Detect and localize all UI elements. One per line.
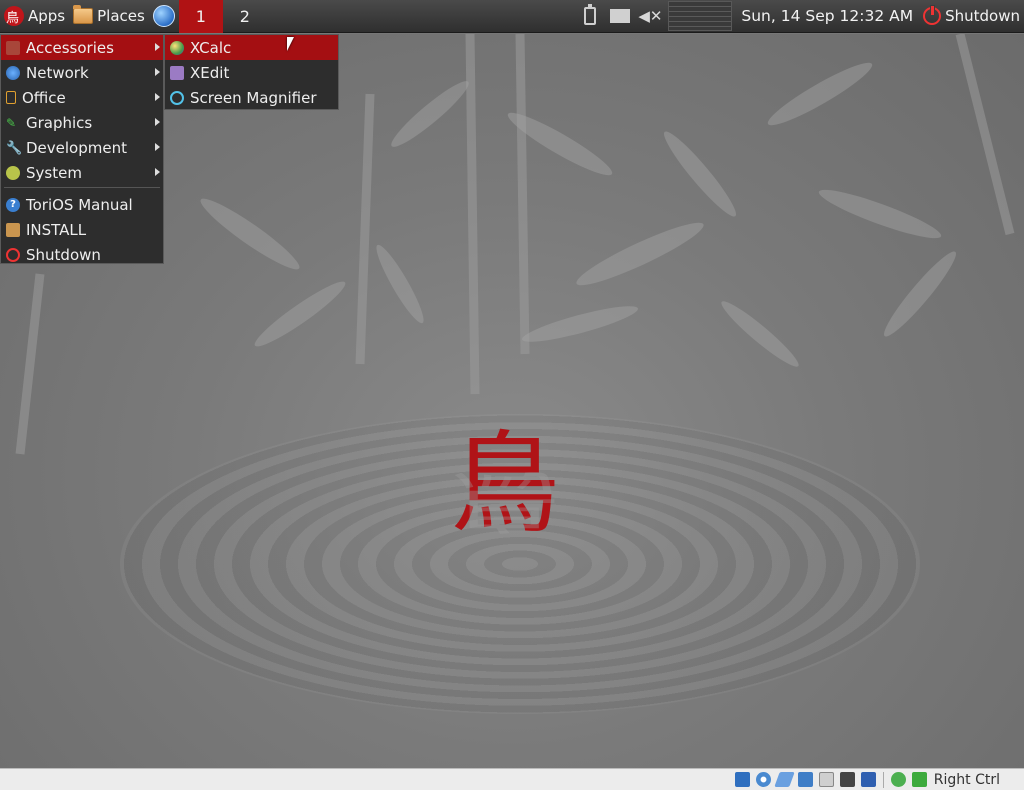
menu-item-label: INSTALL <box>26 220 87 239</box>
menu-item-torios-manual[interactable]: ? ToriOS Manual <box>1 192 163 217</box>
shutdown-label: Shutdown <box>945 7 1020 25</box>
menu-item-label: Screen Magnifier <box>190 88 317 107</box>
submenu-arrow-icon <box>155 93 160 101</box>
power-icon <box>6 247 20 262</box>
network-adapter-icon[interactable] <box>797 772 813 787</box>
places-label: Places <box>97 7 145 25</box>
shared-folder-icon[interactable] <box>818 772 834 787</box>
submenu-arrow-icon <box>155 168 160 176</box>
magnifier-icon <box>170 90 184 105</box>
globe-icon <box>152 5 175 27</box>
menu-item-label: Office <box>22 88 66 107</box>
submenu-arrow-icon <box>155 118 160 126</box>
status-separator <box>882 771 884 788</box>
menu-item-screen-magnifier[interactable]: Screen Magnifier <box>165 85 338 110</box>
mouse-integration-icon[interactable] <box>890 772 906 787</box>
shutdown-button[interactable]: Shutdown <box>919 0 1024 33</box>
menu-item-graphics[interactable]: ✎ Graphics <box>1 110 163 135</box>
usb-icon[interactable] <box>860 772 876 787</box>
host-key-label: Right Ctrl <box>933 771 1000 788</box>
menu-item-label: ToriOS Manual <box>26 195 133 214</box>
install-icon <box>6 222 20 237</box>
network-status-icon[interactable] <box>610 6 631 26</box>
menu-item-xedit[interactable]: XEdit <box>165 60 338 85</box>
folder-icon <box>73 5 94 24</box>
network-icon <box>6 65 20 80</box>
vm-status-bar: Right Ctrl <box>0 768 1024 790</box>
accessories-submenu: XCalc XEdit Screen Magnifier <box>164 34 339 110</box>
menu-item-label: XCalc <box>190 38 232 57</box>
help-icon: ? <box>6 197 20 212</box>
menu-item-system[interactable]: System <box>1 160 163 185</box>
submenu-arrow-icon <box>155 68 160 76</box>
places-menu-button[interactable]: Places <box>69 0 149 33</box>
power-icon <box>923 5 942 25</box>
volume-muted-icon[interactable]: ◀✕ <box>638 6 662 26</box>
menu-item-network[interactable]: Network <box>1 60 163 85</box>
submenu-arrow-icon <box>155 43 160 51</box>
menu-item-shutdown[interactable]: Shutdown <box>1 242 163 267</box>
menu-item-label: System <box>26 163 82 182</box>
keyboard-capture-icon[interactable] <box>911 772 927 787</box>
development-icon: 🔧 <box>6 140 23 156</box>
web-browser-launcher[interactable] <box>149 0 179 33</box>
tori-kanji-reflection: 鳥 <box>450 462 560 540</box>
optical-drive-icon[interactable] <box>755 772 771 787</box>
workspace-2-button[interactable]: 2 <box>223 0 267 33</box>
apps-label: Apps <box>28 7 66 25</box>
menu-item-xcalc[interactable]: XCalc <box>165 35 338 60</box>
accessories-icon <box>6 40 20 55</box>
submenu-arrow-icon <box>155 143 160 151</box>
top-panel: 鳥 Apps Places 1 2 ◀✕ Sun, 14 Sep 12:32 A… <box>0 0 1024 33</box>
menu-item-accessories[interactable]: Accessories <box>1 35 163 60</box>
display-icon[interactable] <box>839 772 855 787</box>
audio-icon[interactable] <box>774 772 795 787</box>
clock[interactable]: Sun, 14 Sep 12:32 AM <box>735 7 919 25</box>
calculator-icon <box>170 40 184 55</box>
menu-item-label: Accessories <box>26 38 114 57</box>
menu-item-label: XEdit <box>190 63 230 82</box>
hard-disk-icon[interactable] <box>734 772 750 787</box>
apps-menu: Accessories Network Office ✎ Graphics 🔧 … <box>0 34 164 264</box>
menu-item-install[interactable]: INSTALL <box>1 217 163 242</box>
cpu-monitor-graph[interactable] <box>668 1 733 31</box>
system-icon <box>6 165 20 180</box>
menu-item-label: Shutdown <box>26 245 101 264</box>
workspace-1-button[interactable]: 1 <box>178 0 223 33</box>
menu-item-label: Graphics <box>26 113 93 132</box>
torios-logo-icon: 鳥 <box>4 5 24 27</box>
menu-item-office[interactable]: Office <box>1 85 163 110</box>
battery-icon[interactable] <box>580 4 600 26</box>
menu-item-development[interactable]: 🔧 Development <box>1 135 163 160</box>
office-icon <box>6 91 16 104</box>
menu-item-label: Development <box>26 138 127 157</box>
mouse-pointer-icon <box>287 37 298 51</box>
apps-menu-button[interactable]: 鳥 Apps <box>0 0 69 33</box>
text-editor-icon <box>170 65 184 80</box>
graphics-icon: ✎ <box>6 115 17 130</box>
menu-item-label: Network <box>26 63 89 82</box>
